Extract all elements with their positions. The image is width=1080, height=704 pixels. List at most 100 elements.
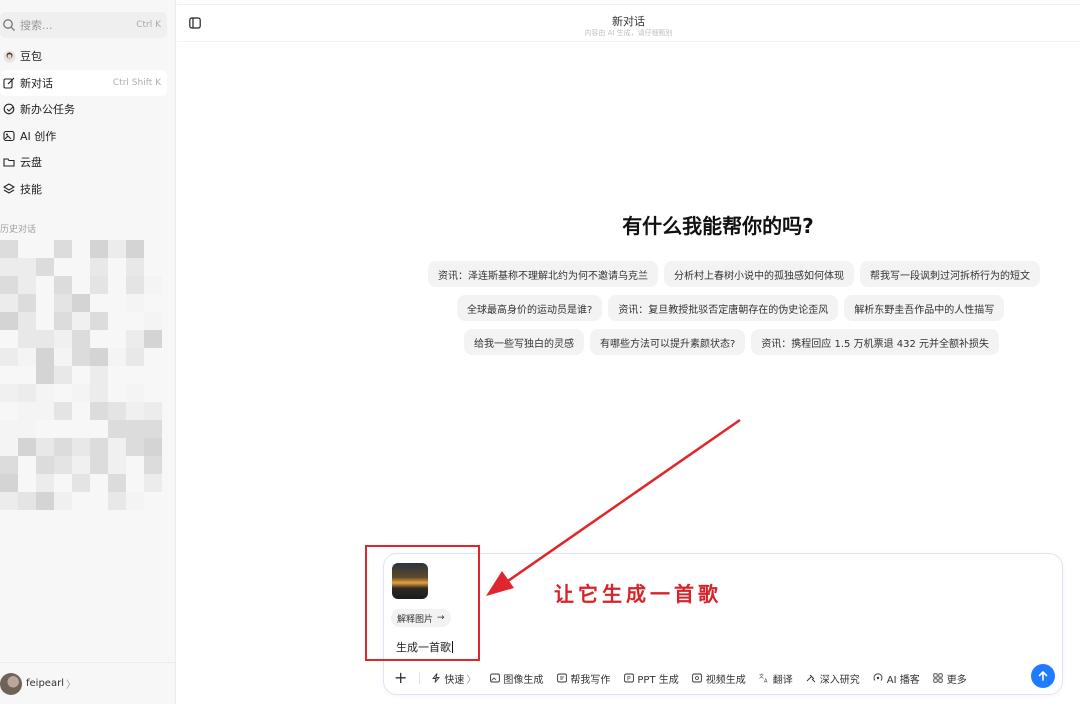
- page-title: 新对话: [612, 15, 645, 28]
- history-mosaic-cell: [18, 348, 36, 366]
- composer-toolbar: + 快速 〉 图像生成 帮我写作 P PPT 生成 视频生成 文 A 翻译 深入…: [394, 668, 980, 688]
- arrow-up-icon: [1038, 671, 1048, 681]
- history-mosaic-cell: [0, 384, 18, 402]
- history-mosaic-cell: [54, 294, 72, 312]
- suggestion-chip[interactable]: 资讯：复旦教授批驳否定唐朝存在的伪史论歪风: [608, 295, 839, 321]
- sidebar-item-new-chat[interactable]: 新对话 Ctrl Shift K: [0, 69, 167, 96]
- history-mosaic-cell: [36, 456, 54, 474]
- history-mosaic-cell: [126, 438, 144, 456]
- history-mosaic-cell: [108, 474, 126, 492]
- history-mosaic-cell: [90, 348, 108, 366]
- doubao-avatar-icon: [2, 49, 16, 63]
- history-mosaic-cell: [126, 420, 144, 438]
- history-mosaic-cell: [36, 330, 54, 348]
- history-mosaic-cell: [126, 492, 144, 510]
- translate-icon: 文A: [759, 673, 770, 684]
- tool-label: 更多: [946, 674, 967, 686]
- history-mosaic-cell: [54, 492, 72, 510]
- history-mosaic-cell: [108, 348, 126, 366]
- tool-podcast[interactable]: AI 播客: [873, 671, 920, 686]
- sidebar-item-label: 云盘: [20, 156, 42, 170]
- tool-translate[interactable]: 文A 翻译: [759, 671, 793, 686]
- history-mosaic-cell: [108, 240, 126, 258]
- history-mosaic-cell: [126, 402, 144, 420]
- tool-image-gen[interactable]: 图像生成: [489, 671, 543, 686]
- history-mosaic-cell: [0, 258, 18, 276]
- suggestion-chip[interactable]: 有哪些方法可以提升素颜状态?: [590, 329, 746, 355]
- history-mosaic-cell: [0, 312, 18, 330]
- sidebar-nav: 豆包 新对话 Ctrl Shift K 新办公任务 AI 创作 云盘 技能: [0, 43, 167, 203]
- history-mosaic-cell: [90, 402, 108, 420]
- user-profile[interactable]: feipearl 〉: [0, 662, 176, 704]
- history-mosaic-cell: [0, 474, 18, 492]
- history-mosaic-cell: [0, 456, 18, 474]
- suggestion-chip[interactable]: 全球最高身价的运动员是谁?: [457, 295, 603, 321]
- sidebar-item-doubao[interactable]: 豆包: [0, 43, 167, 69]
- research-icon: [806, 673, 817, 684]
- suggestion-chip[interactable]: 资讯：携程回应 1.5 万机票退 432 元并全额补损失: [751, 329, 1000, 355]
- sidebar-item-ai-create[interactable]: AI 创作: [0, 123, 167, 149]
- suggestion-chip[interactable]: 解析东野圭吾作品中的人性描写: [844, 295, 1005, 321]
- tool-deep-research[interactable]: 深入研究: [806, 671, 860, 686]
- history-mosaic-cell: [54, 402, 72, 420]
- sidebar-item-skills[interactable]: 技能: [0, 176, 167, 202]
- history-mosaic-cell: [108, 492, 126, 510]
- tool-label: 深入研究: [819, 674, 860, 686]
- office-task-icon: [2, 102, 16, 116]
- history-mosaic-cell: [36, 438, 54, 456]
- write-icon: [556, 673, 567, 684]
- history-mosaic-cell: [90, 438, 108, 456]
- history-mosaic-cell: [18, 384, 36, 402]
- tool-ppt[interactable]: P PPT 生成: [623, 671, 679, 686]
- history-mosaic-cell: [18, 438, 36, 456]
- history-mosaic-cell: [54, 366, 72, 384]
- history-mosaic-cell: [36, 384, 54, 402]
- history-mosaic-cell: [90, 312, 108, 330]
- tool-label: 翻译: [772, 674, 793, 686]
- image-create-icon: [2, 129, 16, 143]
- tool-more[interactable]: 更多: [933, 671, 967, 686]
- history-mosaic-cell: [54, 438, 72, 456]
- top-bar: 新对话 内容由 AI 生成，请仔细甄别: [177, 4, 1080, 42]
- history-mosaic-cell: [18, 276, 36, 294]
- add-attachment-button[interactable]: +: [394, 670, 407, 686]
- history-mosaic-cell: [144, 402, 162, 420]
- sidebar-item-cloud-drive[interactable]: 云盘: [0, 149, 167, 175]
- tool-quick[interactable]: 快速 〉: [430, 671, 476, 686]
- suggestion-chip[interactable]: 帮我写一段讽刺过河拆桥行为的短文: [860, 261, 1040, 287]
- history-mosaic-cell: [36, 348, 54, 366]
- history-mosaic-cell: [0, 294, 18, 312]
- history-mosaic-cell: [90, 456, 108, 474]
- tool-writing[interactable]: 帮我写作: [556, 671, 610, 686]
- tool-label: 帮我写作: [570, 674, 611, 686]
- history-mosaic-cell: [126, 384, 144, 402]
- history-mosaic-cell: [0, 420, 18, 438]
- sidebar-item-office-task[interactable]: 新办公任务: [0, 96, 167, 122]
- suggestion-chip[interactable]: 给我一些写独白的灵感: [464, 329, 584, 355]
- history-mosaic-cell: [36, 474, 54, 492]
- tool-label: 视频生成: [705, 674, 746, 686]
- history-mosaic-cell: [90, 384, 108, 402]
- history-mosaic-cell: [18, 312, 36, 330]
- history-title: 历史对话: [0, 225, 37, 235]
- suggestion-chip[interactable]: 资讯：泽连斯基称不理解北约为何不邀请乌克兰: [428, 261, 658, 287]
- annotation-highlight-box: [365, 545, 480, 661]
- history-mosaic-cell: [72, 474, 90, 492]
- search-box[interactable]: 搜索... Ctrl K: [0, 12, 167, 38]
- history-mosaic-cell: [126, 258, 144, 276]
- suggestion-chip[interactable]: 分析村上春树小说中的孤独感如何体现: [664, 261, 854, 287]
- history-mosaic-cell: [144, 420, 162, 438]
- history-mosaic-cell: [18, 420, 36, 438]
- history-mosaic-cell: [18, 330, 36, 348]
- sidebar-item-label: 新对话: [20, 76, 53, 90]
- sidebar-item-label: 新办公任务: [20, 103, 75, 117]
- send-button[interactable]: [1031, 664, 1055, 688]
- suggestion-row-3: 给我一些写独白的灵感 有哪些方法可以提升素颜状态? 资讯：携程回应 1.5 万机…: [464, 329, 1000, 355]
- sidebar-item-label: AI 创作: [20, 129, 57, 143]
- history-mosaic-cell: [108, 438, 126, 456]
- tool-video[interactable]: 视频生成: [692, 671, 746, 686]
- sidebar-item-label: 技能: [20, 182, 42, 196]
- history-mosaic-cell: [144, 276, 162, 294]
- podcast-icon: [873, 673, 884, 684]
- history-mosaic-cell: [54, 312, 72, 330]
